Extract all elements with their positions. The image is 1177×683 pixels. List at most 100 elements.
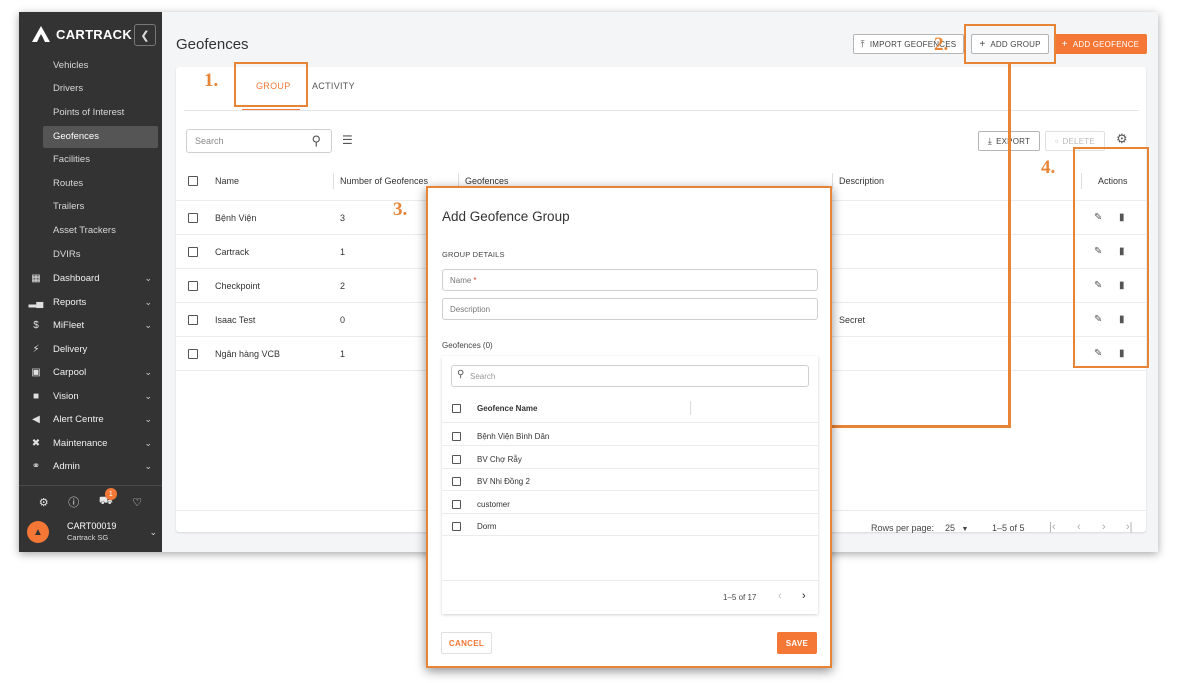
notification-badge: 1 — [104, 488, 117, 500]
megaphone-icon: ◀ — [32, 413, 40, 425]
description-placeholder: Description — [450, 304, 491, 314]
tabs-divider — [184, 110, 1139, 111]
column-divider — [333, 173, 334, 189]
sidebar-item-dvirs[interactable]: DVIRs — [19, 244, 162, 266]
sidebar-item-asset-trackers[interactable]: Asset Trackers — [19, 220, 162, 242]
sidebar-item-points-of-interest[interactable]: Points of Interest — [19, 102, 162, 124]
brand-logo[interactable]: CARTRACK — [31, 25, 132, 43]
search-icon: ⚲ — [457, 369, 465, 380]
avatar: ▲ — [27, 521, 49, 543]
sidebar-item-label: Alert Centre — [53, 413, 104, 425]
geofence-name: BV Chợ Rẫy — [477, 455, 522, 464]
select-all-geofences-checkbox[interactable] — [452, 404, 461, 413]
annotation-box-group-tab — [234, 62, 308, 107]
row-checkbox[interactable] — [188, 247, 198, 257]
cartrack-logo-icon — [32, 26, 50, 42]
tab-activity[interactable]: ACTIVITY — [312, 81, 355, 91]
account-menu[interactable]: ▲ CART00019 Cartrack SG ⌄ — [27, 517, 157, 547]
column-header-description[interactable]: Description — [839, 176, 884, 186]
row-checkbox[interactable] — [188, 213, 198, 223]
sidebar-item-routes[interactable]: Routes — [19, 173, 162, 195]
geofence-search-placeholder: Search — [470, 371, 496, 381]
column-header-number-of-geofences[interactable]: Number of Geofences — [340, 176, 428, 186]
row-divider — [442, 468, 818, 469]
prev-page-icon[interactable]: ‹ — [1077, 521, 1081, 533]
row-count: 1 — [340, 349, 346, 359]
rows-per-page-select[interactable]: 25 ▼ — [945, 523, 968, 533]
collapse-sidebar-button[interactable]: ❮ — [134, 24, 156, 46]
geofence-checkbox[interactable] — [452, 522, 461, 531]
last-page-icon[interactable]: ›| — [1126, 521, 1133, 533]
column-header-geofences[interactable]: Geofences — [465, 176, 509, 186]
sidebar-item-delivery[interactable]: ⚡︎ Delivery — [19, 338, 162, 360]
page-title: Geofences — [176, 36, 249, 53]
geofence-search-input[interactable]: ⚲ Search — [451, 365, 809, 387]
geofence-checkbox[interactable] — [452, 477, 461, 486]
help-icon[interactable]: ⓘ — [68, 494, 79, 510]
first-page-icon[interactable]: |‹ — [1049, 521, 1056, 533]
sidebar-item-maintenance[interactable]: ✖ Maintenance ⌄ — [19, 432, 162, 454]
sidebar-item-mifleet[interactable]: $ MiFleet ⌄ — [19, 314, 162, 336]
search-icon[interactable]: ⚲ — [311, 133, 321, 149]
next-page-icon[interactable]: › — [802, 590, 806, 602]
download-icon: ⤓ — [987, 135, 993, 146]
dialog-title: Add Geofence Group — [442, 209, 570, 224]
column-divider — [690, 401, 691, 415]
bell-icon[interactable]: ♡ — [132, 496, 142, 509]
sidebar-item-dashboard[interactable]: ▦ Dashboard ⌄ — [19, 267, 162, 289]
save-button[interactable]: SAVE — [777, 632, 817, 654]
row-checkbox[interactable] — [188, 281, 198, 291]
chevron-down-icon: ⌄ — [149, 526, 157, 537]
geofence-name: Bệnh Viện Bình Dân — [477, 432, 550, 441]
annotation-box-add-group — [964, 24, 1056, 64]
prev-page-icon[interactable]: ‹ — [778, 590, 782, 602]
sidebar-item-admin[interactable]: ⚭ Admin ⌄ — [19, 455, 162, 477]
lightning-icon: ⚡︎ — [32, 343, 40, 355]
add-geofence-group-dialog: Add Geofence Group GROUP DETAILS Name * D… — [426, 186, 832, 668]
sidebar-item-vehicles[interactable]: Vehicles — [19, 55, 162, 77]
column-header-geofence-name[interactable]: Geofence Name — [477, 404, 537, 413]
chevron-down-icon: ⌄ — [144, 272, 152, 283]
geofence-name: customer — [477, 500, 510, 509]
row-divider — [442, 445, 818, 446]
row-count: 3 — [340, 213, 346, 223]
table-settings-gear-icon[interactable]: ⚙ — [1116, 131, 1128, 147]
sidebar-item-label: Delivery — [53, 343, 88, 355]
filter-icon[interactable]: ☰ — [342, 133, 353, 147]
row-count: 2 — [340, 281, 346, 291]
row-checkbox[interactable] — [188, 349, 198, 359]
chevron-down-icon: ⌄ — [144, 296, 152, 307]
sidebar-item-vision[interactable]: ■ Vision ⌄ — [19, 385, 162, 407]
group-description-field[interactable]: Description — [442, 298, 818, 320]
sidebar-item-carpool[interactable]: ▣ Carpool ⌄ — [19, 361, 162, 383]
column-header-name[interactable]: Name — [215, 176, 239, 186]
next-page-icon[interactable]: › — [1102, 521, 1106, 533]
sidebar-item-reports[interactable]: ▂▄ Reports ⌄ — [19, 291, 162, 313]
dollar-icon: $ — [33, 319, 39, 331]
row-checkbox[interactable] — [188, 315, 198, 325]
row-count: 0 — [340, 315, 346, 325]
sidebar-item-drivers[interactable]: Drivers — [19, 78, 162, 100]
search-input[interactable]: Search ⚲ — [186, 129, 332, 153]
settings-gear-icon[interactable]: ⚙ — [39, 496, 49, 509]
sidebar-item-facilities[interactable]: Facilities — [19, 149, 162, 171]
sidebar-item-alert-centre[interactable]: ◀ Alert Centre ⌄ — [19, 408, 162, 430]
trash-icon: ▫ — [1055, 136, 1059, 146]
chevron-down-icon: ⌄ — [144, 390, 152, 401]
select-all-checkbox[interactable] — [188, 176, 198, 186]
sidebar-utility-row: ⚙ ⓘ ⛟ 1 ♡ — [19, 488, 162, 512]
add-geofence-button[interactable]: + ADD GEOFENCE — [1054, 34, 1147, 54]
sidebar-item-geofences[interactable]: Geofences — [43, 126, 158, 148]
annotation-connector-horizontal — [830, 425, 1010, 428]
geofence-checkbox[interactable] — [452, 500, 461, 509]
cancel-button[interactable]: CANCEL — [441, 632, 492, 654]
vehicle-notification-icon[interactable]: ⛟ 1 — [99, 488, 117, 509]
sidebar-item-trailers[interactable]: Trailers — [19, 196, 162, 218]
geofence-checkbox[interactable] — [452, 455, 461, 464]
chevron-down-icon: ⌄ — [144, 460, 152, 471]
geofence-checkbox[interactable] — [452, 432, 461, 441]
geofence-name: Dorm — [477, 522, 497, 531]
annotation-box-actions — [1073, 147, 1149, 368]
dashboard-icon: ▦ — [31, 272, 41, 284]
group-name-field[interactable]: Name * — [442, 269, 818, 291]
